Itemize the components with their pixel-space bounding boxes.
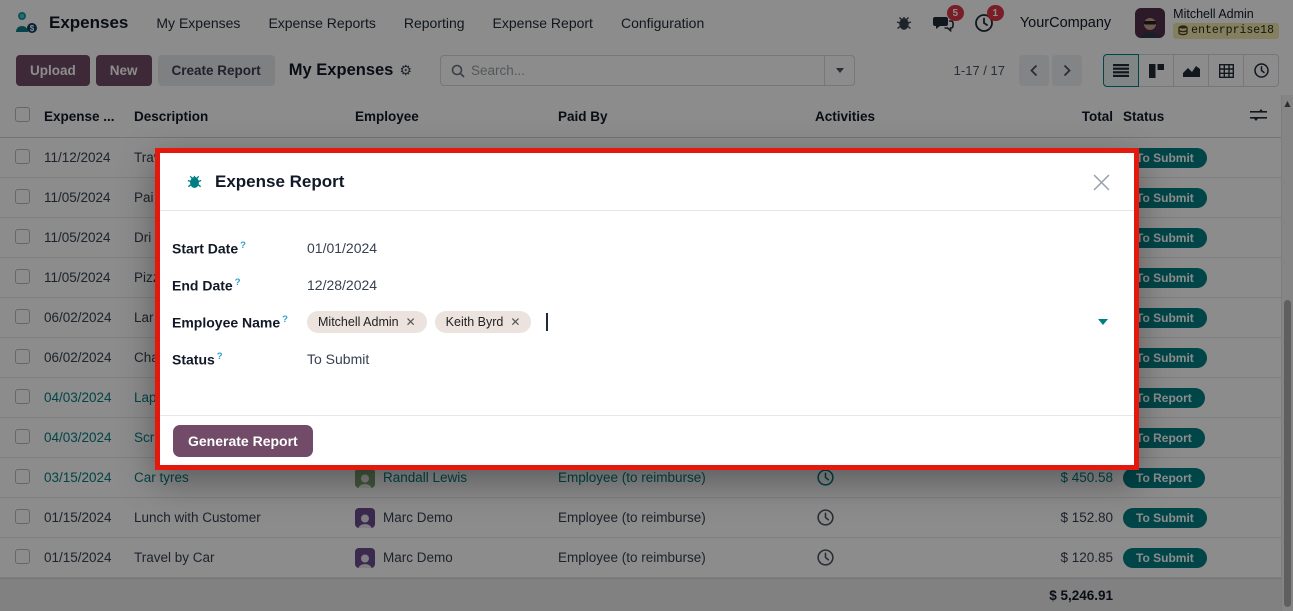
start-date-field-row: Start Date? 01/01/2024 <box>172 236 1134 260</box>
close-icon[interactable] <box>1088 169 1114 195</box>
help-question-icon: ? <box>240 240 246 251</box>
status-value[interactable]: To Submit <box>307 351 369 367</box>
expense-report-dialog: Expense Report Start Date? 01/01/2024 En… <box>155 148 1139 470</box>
start-date-label: Start Date <box>172 240 238 256</box>
remove-tag-icon[interactable]: ✕ <box>510 316 520 328</box>
screen: $ Expenses My Expenses Expense Reports R… <box>0 0 1293 611</box>
generate-report-button[interactable]: Generate Report <box>173 425 313 457</box>
remove-tag-icon[interactable]: ✕ <box>406 316 416 328</box>
employee-dropdown-caret-icon[interactable] <box>1098 319 1108 325</box>
start-date-value[interactable]: 01/01/2024 <box>307 240 377 256</box>
help-question-icon: ? <box>217 351 223 362</box>
employee-tags-input[interactable]: Mitchell Admin ✕ Keith Byrd ✕ <box>307 311 548 333</box>
dialog-title: Expense Report <box>215 172 344 192</box>
help-question-icon: ? <box>235 277 241 288</box>
employee-tag: Keith Byrd ✕ <box>435 311 532 333</box>
employee-name-field-row: Employee Name? Mitchell Admin ✕ Keith By… <box>172 310 1134 334</box>
bug-icon <box>186 173 203 190</box>
end-date-value[interactable]: 12/28/2024 <box>307 277 377 293</box>
end-date-label: End Date <box>172 277 233 293</box>
text-cursor <box>546 313 548 331</box>
help-question-icon: ? <box>282 314 288 325</box>
end-date-field-row: End Date? 12/28/2024 <box>172 273 1134 297</box>
dialog-footer: Generate Report <box>160 415 1134 465</box>
status-field-row: Status? To Submit <box>172 347 1134 371</box>
dialog-body: Start Date? 01/01/2024 End Date? 12/28/2… <box>160 211 1134 415</box>
dialog-header: Expense Report <box>160 153 1134 211</box>
status-label: Status <box>172 351 215 367</box>
employee-tag: Mitchell Admin ✕ <box>307 311 427 333</box>
employee-name-label: Employee Name <box>172 314 280 330</box>
